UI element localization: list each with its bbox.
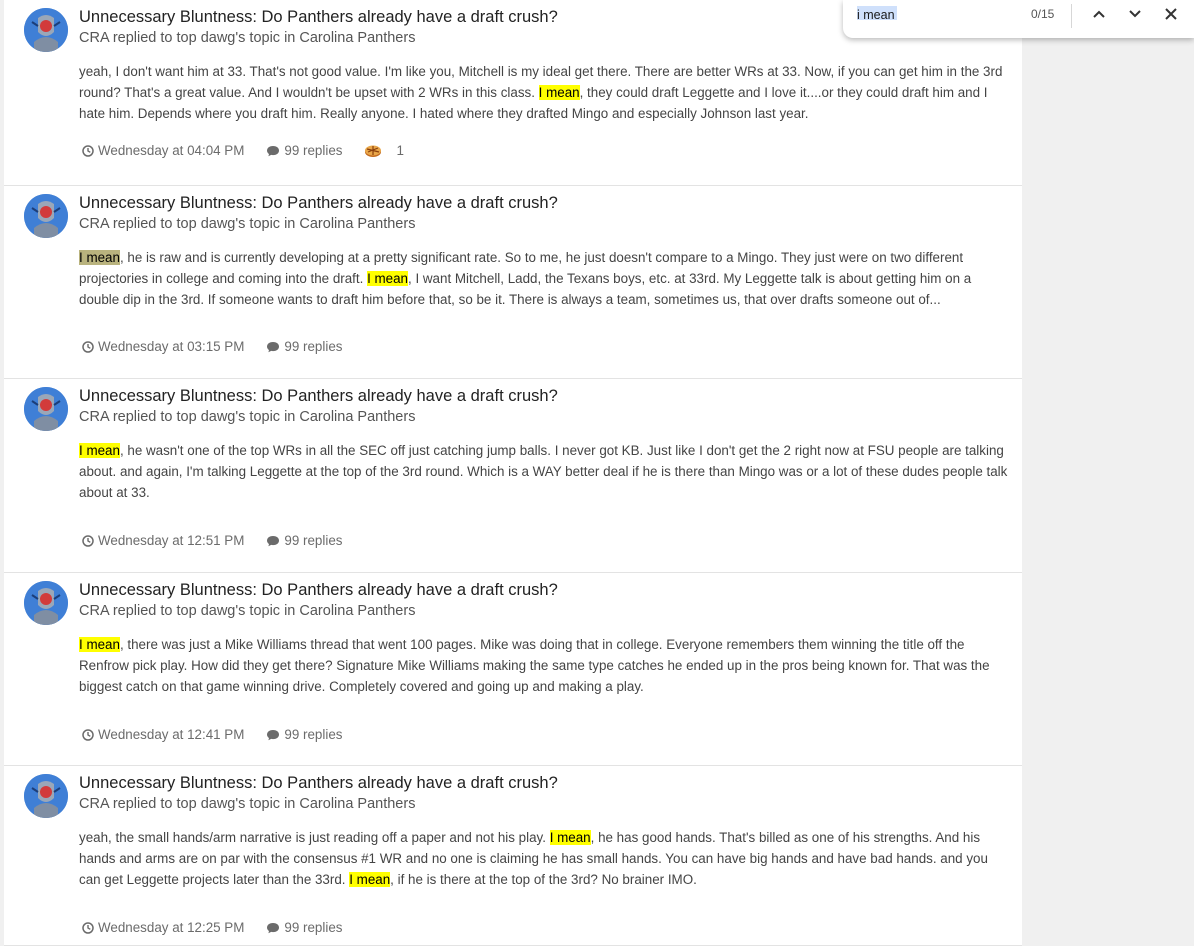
reply-count[interactable]: 99 replies: [266, 143, 342, 158]
avatar[interactable]: [24, 774, 68, 818]
clock-icon: [82, 144, 94, 157]
clock-icon: [82, 340, 94, 353]
reaction-count: 1: [396, 143, 404, 158]
post-stats: Wednesday at 04:04 PM 99 replies 1: [82, 143, 404, 158]
post-title-link[interactable]: Unnecessary Bluntness: Do Panthers alrea…: [79, 387, 558, 406]
post-meta: CRA replied to top dawg's topic in Carol…: [79, 796, 416, 812]
post-title-link[interactable]: Unnecessary Bluntness: Do Panthers alrea…: [79, 194, 558, 213]
timestamp-text: Wednesday at 12:41 PM: [98, 727, 245, 742]
post-title-link[interactable]: Unnecessary Bluntness: Do Panthers alrea…: [79, 8, 558, 27]
avatar[interactable]: [24, 194, 68, 238]
reply-count-text: 99 replies: [284, 727, 343, 742]
reply-count-text: 99 replies: [284, 143, 343, 158]
post-snippet: I mean, he wasn't one of the top WRs in …: [79, 441, 1009, 503]
find-match-current: I mean: [79, 250, 120, 265]
post-meta: CRA replied to top dawg's topic in Carol…: [79, 603, 416, 619]
find-match-highlight: I mean: [79, 637, 120, 652]
post-snippet: yeah, the small hands/arm narrative is j…: [79, 828, 1009, 890]
post-stats: Wednesday at 12:41 PM 99 replies: [82, 727, 364, 742]
find-next-button[interactable]: [1123, 4, 1147, 24]
avatar[interactable]: [24, 581, 68, 625]
post-timestamp[interactable]: Wednesday at 12:41 PM: [82, 727, 244, 742]
clock-icon: [82, 921, 94, 934]
post-timestamp[interactable]: Wednesday at 03:15 PM: [82, 339, 244, 354]
timestamp-text: Wednesday at 03:15 PM: [98, 339, 245, 354]
post-stats: Wednesday at 03:15 PM 99 replies: [82, 339, 364, 354]
post-stats: Wednesday at 12:25 PM 99 replies: [82, 920, 364, 935]
snippet-text: yeah, the small hands/arm narrative is j…: [79, 830, 550, 845]
post-meta: CRA replied to top dawg's topic in Carol…: [79, 216, 416, 232]
comment-icon: [267, 729, 280, 740]
post-title-link[interactable]: Unnecessary Bluntness: Do Panthers alrea…: [79, 774, 558, 793]
find-divider: [1071, 4, 1072, 28]
reply-count-text: 99 replies: [284, 920, 343, 935]
avatar-image: [24, 194, 68, 238]
snippet-text: , there was just a Mike Williams thread …: [79, 637, 990, 694]
reply-count[interactable]: 99 replies: [266, 533, 342, 548]
timestamp-text: Wednesday at 04:04 PM: [98, 143, 245, 158]
find-input[interactable]: [857, 6, 1027, 24]
find-match-count: 0/15: [1031, 7, 1055, 21]
snippet-text: , he wasn't one of the top WRs in all th…: [79, 443, 1008, 500]
reply-count[interactable]: 99 replies: [266, 339, 342, 354]
post-timestamp[interactable]: Wednesday at 12:51 PM: [82, 533, 244, 548]
reply-count-text: 99 replies: [284, 339, 343, 354]
find-previous-button[interactable]: [1087, 4, 1111, 24]
clock-icon: [82, 728, 94, 741]
reply-count[interactable]: 99 replies: [266, 727, 342, 742]
post-meta: CRA replied to top dawg's topic in Carol…: [79, 409, 416, 425]
avatar[interactable]: [24, 8, 68, 52]
post-snippet: I mean, there was just a Mike Williams t…: [79, 635, 1009, 697]
post-item: Unnecessary Bluntness: Do Panthers alrea…: [4, 573, 1022, 766]
comment-icon: [267, 145, 280, 156]
avatar[interactable]: [24, 387, 68, 431]
post-item: Unnecessary Bluntness: Do Panthers alrea…: [4, 766, 1022, 946]
post-item: Unnecessary Bluntness: Do Panthers alrea…: [4, 379, 1022, 573]
reply-count-text: 99 replies: [284, 533, 343, 548]
timestamp-text: Wednesday at 12:51 PM: [98, 533, 245, 548]
snippet-text: , if he is there at the top of the 3rd? …: [390, 871, 697, 887]
clock-icon: [82, 534, 94, 547]
find-match-highlight: I mean: [538, 84, 580, 100]
post-title-link[interactable]: Unnecessary Bluntness: Do Panthers alrea…: [79, 581, 558, 600]
post-snippet: yeah, I don't want him at 33. That's not…: [79, 62, 1009, 124]
comment-icon: [267, 341, 280, 352]
reply-count[interactable]: 99 replies: [266, 920, 342, 935]
find-match-highlight: I mean: [367, 270, 408, 286]
find-match-highlight: I mean: [79, 443, 120, 458]
timestamp-text: Wednesday at 12:25 PM: [98, 920, 245, 935]
avatar-image: [24, 8, 68, 52]
avatar-image: [24, 387, 68, 431]
find-match-highlight: I mean: [549, 830, 591, 845]
post-snippet: I mean, he is raw and is currently devel…: [79, 248, 1009, 310]
find-match-highlight: I mean: [349, 871, 391, 887]
close-icon: [1165, 8, 1177, 20]
post-timestamp[interactable]: Wednesday at 12:25 PM: [82, 920, 244, 935]
avatar-image: [24, 774, 68, 818]
post-timestamp[interactable]: Wednesday at 04:04 PM: [82, 143, 244, 158]
find-close-button[interactable]: [1159, 4, 1183, 24]
post-meta: CRA replied to top dawg's topic in Carol…: [79, 30, 416, 46]
post-item: Unnecessary Bluntness: Do Panthers alrea…: [4, 186, 1022, 379]
find-in-page-bar: 0/15: [843, 0, 1194, 38]
pie-reaction-icon: [365, 145, 382, 157]
chevron-up-icon: [1093, 10, 1105, 18]
comment-icon: [267, 535, 280, 546]
activity-feed: Unnecessary Bluntness: Do Panthers alrea…: [4, 0, 1022, 946]
avatar-image: [24, 581, 68, 625]
comment-icon: [267, 922, 280, 933]
reaction-badge[interactable]: 1: [364, 143, 404, 158]
chevron-down-icon: [1129, 10, 1141, 18]
post-stats: Wednesday at 12:51 PM 99 replies: [82, 533, 364, 548]
